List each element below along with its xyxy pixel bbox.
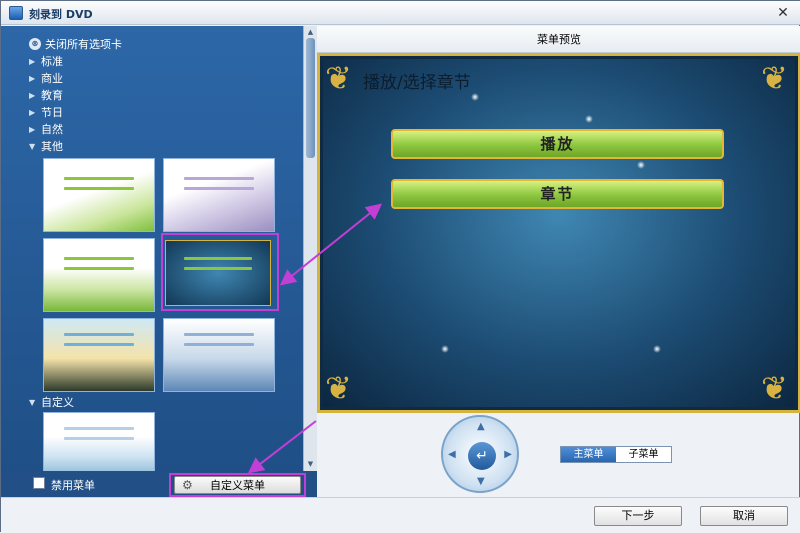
- close-button[interactable]: ✕: [775, 5, 791, 21]
- menu-preview: [317, 53, 800, 413]
- tab-sub-menu[interactable]: 子菜单: [616, 447, 671, 462]
- custom-menu-label: 自定义菜单: [210, 479, 265, 492]
- category-education[interactable]: ▶ 教育: [29, 87, 63, 103]
- sparkle-icon: [653, 345, 661, 353]
- expand-arrow-icon: ▶: [29, 107, 36, 117]
- selected-template-highlight: [161, 233, 279, 311]
- template-thumbnail[interactable]: [43, 158, 155, 232]
- ornament-icon: ❦: [325, 59, 352, 97]
- window-title: 刻录到 DVD: [29, 8, 93, 21]
- template-scrollbar[interactable]: ▲ ▼: [303, 26, 317, 471]
- template-thumbnail[interactable]: [163, 318, 275, 392]
- sparkle-icon: [471, 93, 479, 101]
- navigation-pad[interactable]: ▲ ▼ ◀ ▶ ↵: [441, 415, 519, 493]
- disable-menu-label: 禁用菜单: [51, 479, 95, 492]
- scroll-down-icon[interactable]: ▼: [306, 460, 315, 469]
- nav-right-icon[interactable]: ▶: [504, 449, 512, 460]
- cancel-button[interactable]: 取消: [700, 506, 788, 526]
- category-standard[interactable]: ▶ 标准: [29, 53, 63, 69]
- nav-down-icon[interactable]: ▼: [477, 476, 485, 487]
- nav-left-icon[interactable]: ◀: [448, 449, 456, 460]
- menu-tabs: 主菜单 子菜单: [560, 446, 672, 463]
- gear-icon: ⚙: [182, 478, 193, 492]
- category-custom[interactable]: ▼ 自定义: [29, 394, 74, 410]
- collapse-arrow-icon: ▼: [29, 141, 36, 151]
- category-label: 自定义: [41, 396, 74, 409]
- category-label: 自然: [41, 123, 63, 136]
- tab-main-menu[interactable]: 主菜单: [561, 447, 616, 462]
- title-bar: 刻录到 DVD ✕: [1, 1, 800, 25]
- ornament-icon: ❦: [761, 59, 788, 97]
- category-other[interactable]: ▼ 其他: [29, 138, 63, 154]
- dvd-app-icon: [9, 6, 23, 20]
- template-thumbnail[interactable]: [43, 318, 155, 392]
- close-all-label: 关闭所有选项卡: [45, 38, 122, 51]
- category-label: 节日: [41, 106, 63, 119]
- category-nature[interactable]: ▶ 自然: [29, 121, 63, 137]
- collapse-arrow-icon: ▼: [29, 397, 36, 407]
- template-thumbnail[interactable]: [43, 238, 155, 312]
- ornament-icon: ❦: [761, 369, 788, 407]
- disable-menu-checkbox[interactable]: [33, 477, 45, 489]
- expand-arrow-icon: ▶: [29, 73, 36, 83]
- sparkle-icon: [441, 345, 449, 353]
- next-button[interactable]: 下一步: [594, 506, 682, 526]
- menu-chapters-button[interactable]: 章节: [391, 179, 724, 209]
- template-thumbnail[interactable]: [163, 158, 275, 232]
- menu-play-button[interactable]: 播放: [391, 129, 724, 159]
- expand-arrow-icon: ▶: [29, 56, 36, 66]
- category-business[interactable]: ▶ 商业: [29, 70, 63, 86]
- category-label: 其他: [41, 140, 63, 153]
- menu-background: [323, 59, 795, 407]
- dvd-burn-window: 刻录到 DVD ✕ ⊗ 关闭所有选项卡 ▶ 标准 ▶ 商业 ▶ 教育 ▶ 节日 …: [0, 0, 800, 533]
- close-all-tabs[interactable]: ⊗ 关闭所有选项卡: [29, 36, 122, 52]
- sparkle-icon: [585, 115, 593, 123]
- template-thumbnail[interactable]: [43, 412, 155, 471]
- expand-arrow-icon: ▶: [29, 90, 36, 100]
- preview-header: 菜单预览: [317, 26, 800, 53]
- sparkle-icon: [637, 161, 645, 169]
- category-label: 教育: [41, 89, 63, 102]
- category-label: 商业: [41, 72, 63, 85]
- close-all-icon: ⊗: [29, 38, 41, 50]
- nav-up-icon[interactable]: ▲: [477, 421, 485, 432]
- expand-arrow-icon: ▶: [29, 124, 36, 134]
- scroll-thumb[interactable]: [306, 38, 315, 158]
- ornament-icon: ❦: [325, 369, 352, 407]
- menu-title-text: 播放/选择章节: [363, 73, 471, 93]
- custom-menu-button[interactable]: ⚙ 自定义菜单: [174, 476, 301, 494]
- enter-icon[interactable]: ↵: [468, 442, 496, 470]
- category-holiday[interactable]: ▶ 节日: [29, 104, 63, 120]
- category-label: 标准: [41, 55, 63, 68]
- scroll-up-icon[interactable]: ▲: [306, 28, 315, 37]
